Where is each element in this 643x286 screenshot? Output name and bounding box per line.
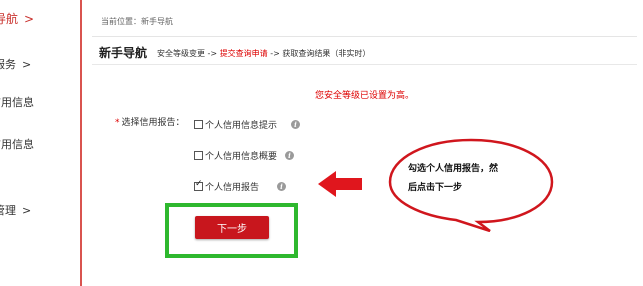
option-credit-info-summary[interactable]: 个人信用信息概要 i bbox=[194, 148, 295, 162]
divider bbox=[92, 64, 637, 65]
breadcrumb: 当前位置：新手导航 bbox=[101, 17, 173, 26]
sidebar-item-label: 导航 bbox=[0, 12, 19, 26]
checkbox-checked[interactable] bbox=[194, 179, 203, 191]
option-label: 个人信用报告 bbox=[205, 182, 260, 193]
checkbox[interactable] bbox=[194, 119, 203, 129]
info-icon[interactable]: i bbox=[277, 181, 287, 191]
next-step-button[interactable]: 下一步 bbox=[195, 216, 269, 239]
sidebar-item-credit-info-2[interactable]: 信用信息 bbox=[0, 136, 34, 152]
chevron-right-icon: > bbox=[24, 12, 35, 26]
sidebar-item-label: 信用信息 bbox=[0, 96, 34, 109]
checkbox[interactable] bbox=[194, 150, 203, 160]
red-arrow-icon bbox=[318, 171, 362, 197]
divider bbox=[92, 36, 637, 37]
chevron-right-icon: > bbox=[22, 204, 32, 217]
instruction-text: 勾选个人信用报告，然 后点击下一步 bbox=[408, 160, 538, 198]
option-label: 个人信用信息提示 bbox=[205, 120, 278, 131]
security-notice: 您安全等级已设置为高。 bbox=[315, 91, 415, 101]
info-icon[interactable]: i bbox=[285, 150, 295, 160]
instruction-line-2: 后点击下一步 bbox=[408, 183, 463, 193]
sidebar-item-credit-info-1[interactable]: 信用信息 bbox=[0, 94, 34, 110]
sidebar-item-guide[interactable]: 导航 > bbox=[0, 10, 34, 27]
page-title: 新手导航 bbox=[99, 46, 148, 60]
sidebar-item-manage[interactable]: 管理 > bbox=[0, 202, 31, 218]
step-indicator: 安全等级变更 -> 提交查询申请 -> 获取查询结果（非实时） bbox=[157, 48, 370, 59]
sidebar-item-label: 服务 bbox=[0, 58, 16, 71]
report-select-label-text: 选择信用报告： bbox=[121, 118, 185, 128]
step-get-result: -> 获取查询结果（非实时） bbox=[270, 49, 371, 58]
chevron-right-icon: > bbox=[22, 58, 32, 71]
sidebar-item-label: 管理 bbox=[0, 204, 16, 217]
option-credit-report[interactable]: 个人信用报告 i bbox=[194, 179, 287, 193]
instruction-line-1: 勾选个人信用报告，然 bbox=[408, 164, 499, 174]
step-submit-query: 提交查询申请 bbox=[219, 49, 268, 58]
sidebar-item-services[interactable]: 服务 > bbox=[0, 56, 31, 72]
required-mark: * bbox=[115, 118, 120, 128]
option-label: 个人信用信息概要 bbox=[205, 151, 278, 162]
left-sidebar: 导航 > 服务 > 信用信息 信用信息 管理 > bbox=[0, 0, 82, 286]
sidebar-item-label: 信用信息 bbox=[0, 138, 34, 151]
option-credit-info-hint[interactable]: 个人信用信息提示 i bbox=[194, 117, 301, 131]
info-icon[interactable]: i bbox=[291, 119, 301, 129]
step-security-level: 安全等级变更 -> bbox=[157, 49, 218, 58]
report-select-label: * 选择信用报告： bbox=[115, 115, 185, 128]
